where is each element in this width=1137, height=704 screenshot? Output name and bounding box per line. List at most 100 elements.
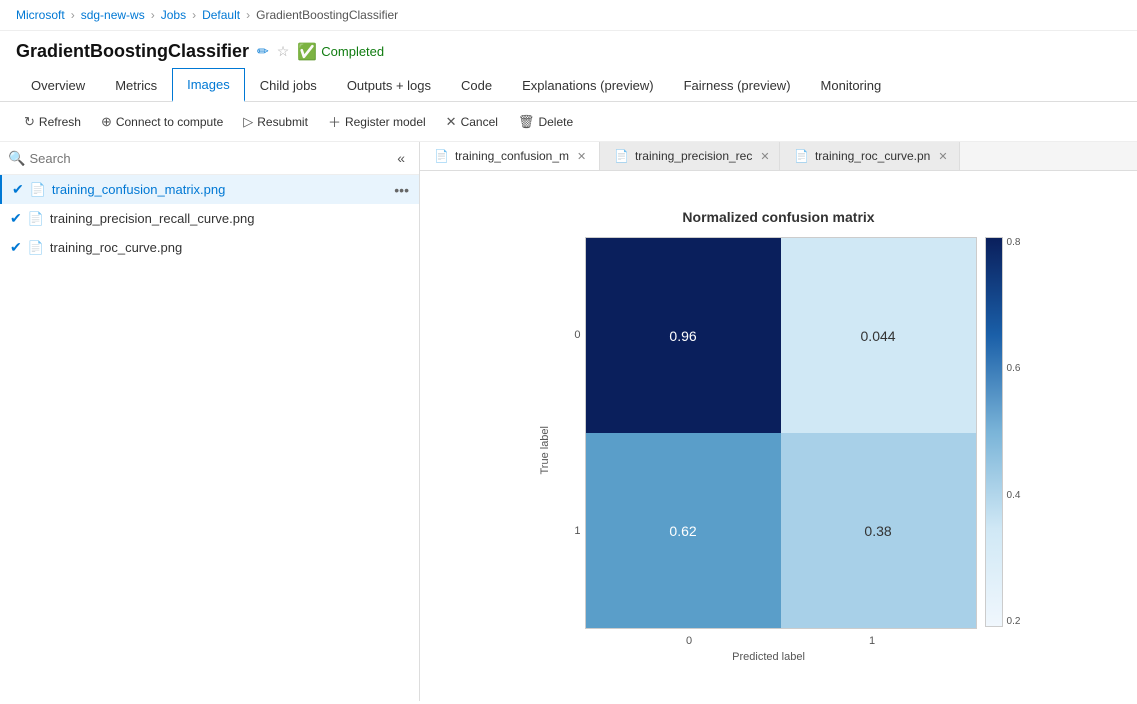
- breadcrumb-current: GradientBoostingClassifier: [256, 8, 398, 22]
- chart-inner: 0 1 0.96 0.044 0.62 0.38: [561, 237, 977, 663]
- cell-00: 0.96: [586, 238, 781, 433]
- breadcrumb: Microsoft › sdg-new-ws › Jobs › Default …: [0, 0, 1137, 31]
- y-tick-0: 0: [574, 329, 580, 341]
- toolbar: ↻ Refresh ⊕ Connect to compute ▷ Resubmi…: [0, 102, 1137, 142]
- star-icon[interactable]: ☆: [277, 43, 290, 60]
- chart-area: Normalized confusion matrix True label 0…: [420, 171, 1137, 701]
- tab-close-3[interactable]: ✕: [936, 150, 949, 163]
- delete-icon: 🗑: [518, 114, 535, 130]
- breadcrumb-default[interactable]: Default: [202, 8, 240, 22]
- tab-outputs-logs[interactable]: Outputs + logs: [332, 69, 446, 101]
- y-tick-1: 1: [574, 525, 580, 537]
- colorbar-ticks: 0.8 0.6 0.4 0.2: [1007, 237, 1021, 627]
- breadcrumb-jobs[interactable]: Jobs: [161, 8, 186, 22]
- image-tab-precision[interactable]: 📄 training_precision_rec ✕: [600, 142, 780, 170]
- cancel-label: Cancel: [461, 115, 498, 129]
- image-tab-label-3: training_roc_curve.pn: [815, 149, 930, 163]
- list-item[interactable]: ✔ 📄 training_roc_curve.png: [0, 233, 419, 262]
- cell-10: 0.62: [586, 433, 781, 628]
- main-area: 📄 training_confusion_m ✕ 📄 training_prec…: [420, 142, 1137, 701]
- image-tab-roc[interactable]: 📄 training_roc_curve.pn ✕: [780, 142, 960, 170]
- x-tick-0: 0: [598, 635, 781, 647]
- check-icon-3: ✔: [10, 239, 22, 256]
- connect-compute-button[interactable]: ⊕ Connect to compute: [93, 110, 231, 134]
- list-item[interactable]: ✔ 📄 training_precision_recall_curve.png: [0, 204, 419, 233]
- file-name-link[interactable]: training_confusion_matrix.png: [52, 182, 388, 197]
- breadcrumb-microsoft[interactable]: Microsoft: [16, 8, 65, 22]
- collapse-button[interactable]: «: [391, 148, 411, 168]
- colorbar-tick-02: 0.2: [1007, 616, 1021, 627]
- x-tick-1: 1: [781, 635, 964, 647]
- cell-11: 0.38: [781, 433, 976, 628]
- status-check-icon: ✅: [297, 42, 317, 62]
- image-tab-label-2: training_precision_rec: [635, 149, 752, 163]
- resubmit-button[interactable]: ▷ Resubmit: [235, 110, 316, 134]
- register-model-button[interactable]: ＋ Register model: [320, 108, 434, 135]
- file-icon-3: 📄: [28, 240, 44, 256]
- edit-icon[interactable]: ✏: [257, 43, 269, 60]
- breadcrumb-sep-1: ›: [71, 8, 75, 22]
- register-label: Register model: [345, 115, 426, 129]
- breadcrumb-sep-2: ›: [151, 8, 155, 22]
- sidebar-search-row: 🔍 «: [0, 142, 419, 175]
- colorbar-tick-06: 0.6: [1007, 363, 1021, 374]
- tab-file-icon-2: 📄: [614, 149, 629, 163]
- check-icon-2: ✔: [10, 210, 22, 227]
- tab-fairness[interactable]: Fairness (preview): [669, 69, 806, 101]
- tabs-row: Overview Metrics Images Child jobs Outpu…: [0, 68, 1137, 102]
- more-options-button[interactable]: •••: [394, 182, 409, 198]
- status-label: Completed: [321, 44, 384, 59]
- tab-close-2[interactable]: ✕: [758, 150, 771, 163]
- plus-icon: ＋: [328, 112, 341, 131]
- tab-images[interactable]: Images: [172, 68, 245, 102]
- chart-container: Normalized confusion matrix True label 0…: [537, 209, 1021, 663]
- file-name-2: training_precision_recall_curve.png: [50, 211, 409, 226]
- colorbar-tick-08: 0.8: [1007, 237, 1021, 248]
- image-tab-confusion[interactable]: 📄 training_confusion_m ✕: [420, 142, 600, 170]
- cell-01: 0.044: [781, 238, 976, 433]
- file-name-3: training_roc_curve.png: [50, 240, 409, 255]
- tab-metrics[interactable]: Metrics: [100, 69, 172, 101]
- list-item[interactable]: ✔ 📄 training_confusion_matrix.png •••: [0, 175, 419, 204]
- tab-close-1[interactable]: ✕: [575, 150, 588, 163]
- chart-title: Normalized confusion matrix: [682, 209, 874, 225]
- resubmit-icon: ▷: [243, 114, 253, 130]
- cancel-button[interactable]: ✕ Cancel: [438, 110, 506, 134]
- y-axis-label-container: True label: [537, 237, 553, 663]
- connect-icon: ⊕: [101, 114, 112, 130]
- resubmit-label: Resubmit: [257, 115, 308, 129]
- x-axis-area: 0 1 Predicted label: [561, 635, 977, 663]
- sidebar: 🔍 « ✔ 📄 training_confusion_matrix.png ••…: [0, 142, 420, 701]
- colorbar-tick-04: 0.4: [1007, 490, 1021, 501]
- page-title: GradientBoostingClassifier: [16, 41, 249, 62]
- breadcrumb-sep-4: ›: [246, 8, 250, 22]
- search-icon: 🔍: [8, 150, 25, 167]
- breadcrumb-sep-3: ›: [192, 8, 196, 22]
- colorbar-row: 0.8 0.6 0.4 0.2: [985, 237, 1021, 663]
- delete-button[interactable]: 🗑 Delete: [510, 110, 581, 134]
- chart-wrapper: True label 0 1 0.96 0.044 0.62: [537, 237, 1021, 663]
- file-list: ✔ 📄 training_confusion_matrix.png ••• ✔ …: [0, 175, 419, 701]
- confusion-matrix: 0.96 0.044 0.62 0.38: [585, 237, 977, 629]
- check-icon: ✔: [12, 181, 24, 198]
- tab-overview[interactable]: Overview: [16, 69, 100, 101]
- breadcrumb-workspace[interactable]: sdg-new-ws: [81, 8, 145, 22]
- x-ticks: 0 1: [574, 635, 964, 647]
- file-icon-2: 📄: [28, 211, 44, 227]
- tab-code[interactable]: Code: [446, 69, 507, 101]
- content-area: 🔍 « ✔ 📄 training_confusion_matrix.png ••…: [0, 142, 1137, 701]
- tab-explanations[interactable]: Explanations (preview): [507, 69, 669, 101]
- connect-label: Connect to compute: [116, 115, 223, 129]
- tab-file-icon-3: 📄: [794, 149, 809, 163]
- status-badge: ✅ Completed: [297, 42, 384, 62]
- colorbar: [985, 237, 1003, 627]
- tab-child-jobs[interactable]: Child jobs: [245, 69, 332, 101]
- cancel-icon: ✕: [446, 114, 457, 130]
- file-icon: 📄: [30, 182, 46, 198]
- search-input[interactable]: [29, 151, 387, 166]
- tab-file-icon-1: 📄: [434, 149, 449, 163]
- tab-monitoring[interactable]: Monitoring: [806, 69, 897, 101]
- refresh-button[interactable]: ↻ Refresh: [16, 110, 89, 134]
- y-axis-label: True label: [539, 426, 551, 475]
- y-ticks: 0 1: [561, 237, 581, 629]
